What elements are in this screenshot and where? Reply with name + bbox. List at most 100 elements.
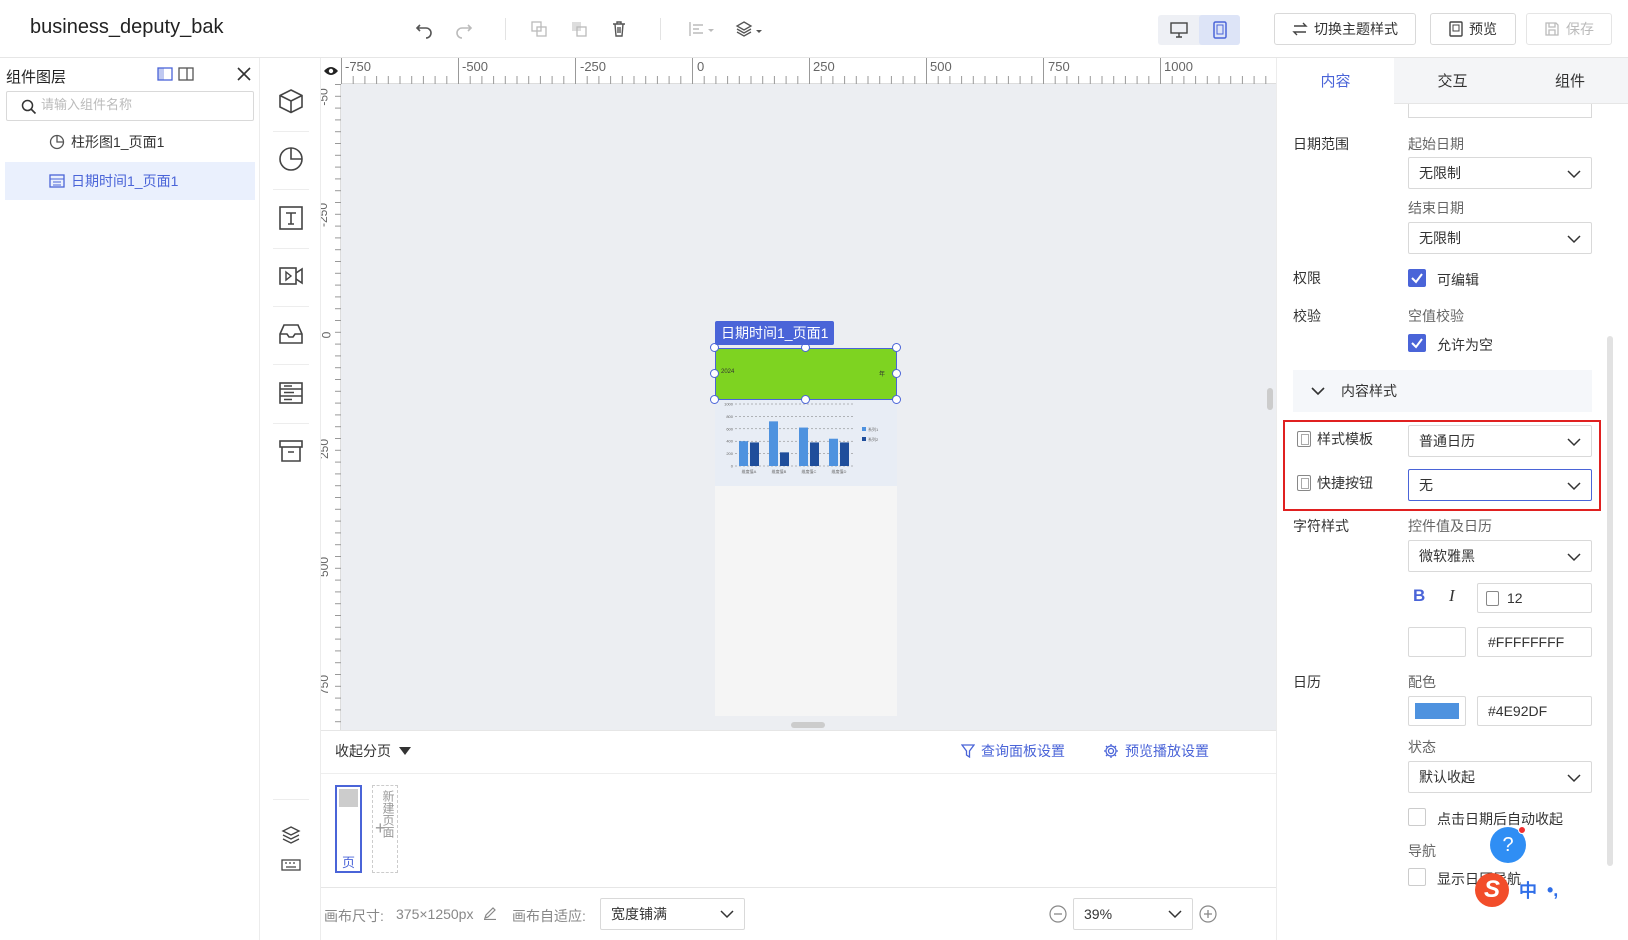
content-style-section-header[interactable]: 内容样式 bbox=[1293, 370, 1592, 412]
allow-null-checkbox[interactable] bbox=[1408, 334, 1426, 352]
font-color-swatch[interactable] bbox=[1408, 627, 1466, 657]
app-title: business_deputy_bak bbox=[30, 16, 224, 38]
design-canvas[interactable]: -750 -500 -250 0 250 500 750 1000 -50 -2… bbox=[321, 58, 1276, 730]
bar-chart-widget[interactable]: 0 200 400 600 800 1000 维度值A 维度值B 维度值C 维度值D 系列1 系列2 bbox=[715, 400, 897, 486]
date-time-widget[interactable] bbox=[715, 348, 897, 400]
tab-component[interactable]: 组件 bbox=[1511, 58, 1628, 104]
archive-icon[interactable] bbox=[275, 435, 307, 467]
auto-fit-select[interactable]: 宽度铺满 bbox=[600, 898, 745, 930]
layer-item-bar-chart[interactable]: 柱形图1_页面1 bbox=[5, 123, 255, 161]
chart-bar bbox=[769, 421, 778, 466]
text-icon[interactable] bbox=[275, 202, 307, 234]
resize-handle[interactable] bbox=[710, 369, 719, 378]
eye-icon[interactable] bbox=[321, 58, 341, 84]
check-icon bbox=[1411, 273, 1423, 284]
end-date-label: 结束日期 bbox=[1408, 200, 1464, 216]
chart-icon[interactable] bbox=[275, 143, 307, 175]
calendar-label: 日历 bbox=[1293, 674, 1321, 690]
collapse-pages-toggle[interactable]: 收起分页 bbox=[335, 741, 411, 761]
layers-icon[interactable] bbox=[275, 819, 307, 851]
chart-x-tick: 维度值B bbox=[772, 468, 787, 474]
preview-play-settings-link[interactable]: 预览播放设置 bbox=[1103, 741, 1209, 761]
dock-left-icon[interactable] bbox=[157, 67, 173, 81]
ruler-label: -50 bbox=[321, 88, 331, 106]
layer-panel: 组件图层 柱形图1_页面1 日期时间1_页面1 bbox=[0, 58, 260, 940]
zoom-value: 39% bbox=[1084, 906, 1113, 922]
copy-icon[interactable] bbox=[527, 17, 551, 41]
page-thumbnail[interactable]: 页 bbox=[335, 785, 362, 873]
zoom-out-icon[interactable] bbox=[1049, 905, 1067, 923]
mobile-view-icon[interactable] bbox=[1199, 15, 1240, 45]
new-page-button[interactable]: + 新建页面 bbox=[372, 785, 398, 873]
auto-collapse-checkbox[interactable] bbox=[1408, 808, 1426, 826]
calendar-color-input[interactable]: #4E92DF bbox=[1477, 696, 1592, 726]
align-dropdown-icon[interactable] bbox=[686, 17, 718, 41]
query-panel-settings-link[interactable]: 查询面板设置 bbox=[961, 741, 1065, 761]
resize-handle[interactable] bbox=[892, 369, 901, 378]
switch-theme-button[interactable]: 切换主题样式 bbox=[1274, 13, 1416, 45]
zoom-in-icon[interactable] bbox=[1199, 905, 1217, 923]
widget-year-text: 2024 bbox=[721, 369, 735, 375]
canvas-scrollbar-horizontal[interactable] bbox=[791, 722, 825, 728]
state-select[interactable]: 默认收起 bbox=[1408, 761, 1592, 793]
tab-content[interactable]: 内容 bbox=[1277, 58, 1394, 104]
close-panel-icon[interactable] bbox=[236, 66, 252, 82]
end-date-select[interactable]: 无限制 bbox=[1408, 222, 1592, 254]
layer-search-input[interactable] bbox=[41, 97, 241, 112]
redo-icon[interactable] bbox=[452, 17, 476, 41]
properties-scrollbar[interactable] bbox=[1607, 336, 1613, 866]
calendar-color-swatch[interactable] bbox=[1408, 696, 1466, 726]
ime-toolbar[interactable]: S 中 •, bbox=[1475, 870, 1625, 910]
layer-search-box bbox=[6, 91, 254, 121]
show-nav-checkbox[interactable] bbox=[1408, 868, 1426, 886]
keyboard-icon[interactable] bbox=[275, 849, 307, 881]
undo-icon[interactable] bbox=[412, 17, 436, 41]
paste-icon[interactable] bbox=[567, 17, 591, 41]
font-family-select[interactable]: 微软雅黑 bbox=[1408, 540, 1592, 572]
editable-checkbox[interactable] bbox=[1408, 269, 1426, 287]
font-color-input[interactable]: #FFFFFFFF bbox=[1477, 627, 1592, 657]
resize-handle[interactable] bbox=[892, 343, 901, 352]
validation-label: 校验 bbox=[1293, 308, 1321, 324]
ruler-label: -250 bbox=[580, 59, 607, 74]
canvas-scrollbar-vertical[interactable] bbox=[1267, 388, 1273, 410]
style-template-select[interactable]: 普通日历 bbox=[1408, 425, 1592, 457]
bold-button[interactable]: B bbox=[1413, 586, 1425, 606]
chevron-down-icon bbox=[1567, 235, 1581, 244]
italic-button[interactable]: I bbox=[1449, 586, 1455, 606]
auto-fit-value: 宽度铺满 bbox=[611, 906, 667, 922]
device-sync-icon[interactable] bbox=[1297, 431, 1311, 447]
layer-item-date-time[interactable]: 日期时间1_页面1 bbox=[5, 162, 255, 200]
search-icon bbox=[21, 99, 37, 115]
end-date-value: 无限制 bbox=[1419, 230, 1461, 246]
chart-x-tick: 维度值A bbox=[742, 468, 757, 474]
ruler-label: -750 bbox=[345, 59, 372, 74]
tab-interaction[interactable]: 交互 bbox=[1394, 58, 1511, 104]
dock-right-icon[interactable] bbox=[178, 67, 194, 81]
zoom-select[interactable]: 39% bbox=[1073, 898, 1193, 930]
start-date-select[interactable]: 无限制 bbox=[1408, 157, 1592, 189]
3d-cube-icon[interactable] bbox=[275, 85, 307, 117]
preview-play-label: 预览播放设置 bbox=[1125, 743, 1209, 759]
desktop-view-icon[interactable] bbox=[1158, 15, 1199, 45]
edit-icon[interactable] bbox=[483, 906, 497, 920]
layer-order-dropdown-icon[interactable] bbox=[734, 17, 766, 41]
save-button[interactable]: 保存 bbox=[1526, 13, 1612, 45]
ruler-label: 500 bbox=[930, 59, 952, 74]
shortcut-select[interactable]: 无 bbox=[1408, 469, 1592, 501]
gear-icon bbox=[1104, 744, 1118, 758]
preview-button[interactable]: 预览 bbox=[1430, 13, 1516, 45]
canvas-size-value: 375×1250px bbox=[396, 906, 474, 922]
component-toolbar bbox=[261, 58, 321, 940]
resize-handle[interactable] bbox=[892, 395, 901, 404]
container-icon[interactable] bbox=[275, 318, 307, 350]
media-icon[interactable] bbox=[275, 260, 307, 292]
resize-handle[interactable] bbox=[801, 395, 810, 404]
device-sync-icon[interactable] bbox=[1297, 475, 1311, 491]
delete-icon[interactable] bbox=[607, 17, 631, 41]
resize-handle[interactable] bbox=[710, 395, 719, 404]
form-icon[interactable] bbox=[275, 377, 307, 409]
filter-icon bbox=[961, 744, 975, 758]
font-size-input[interactable]: 12 bbox=[1477, 583, 1592, 613]
chevron-down-icon bbox=[1168, 910, 1182, 919]
